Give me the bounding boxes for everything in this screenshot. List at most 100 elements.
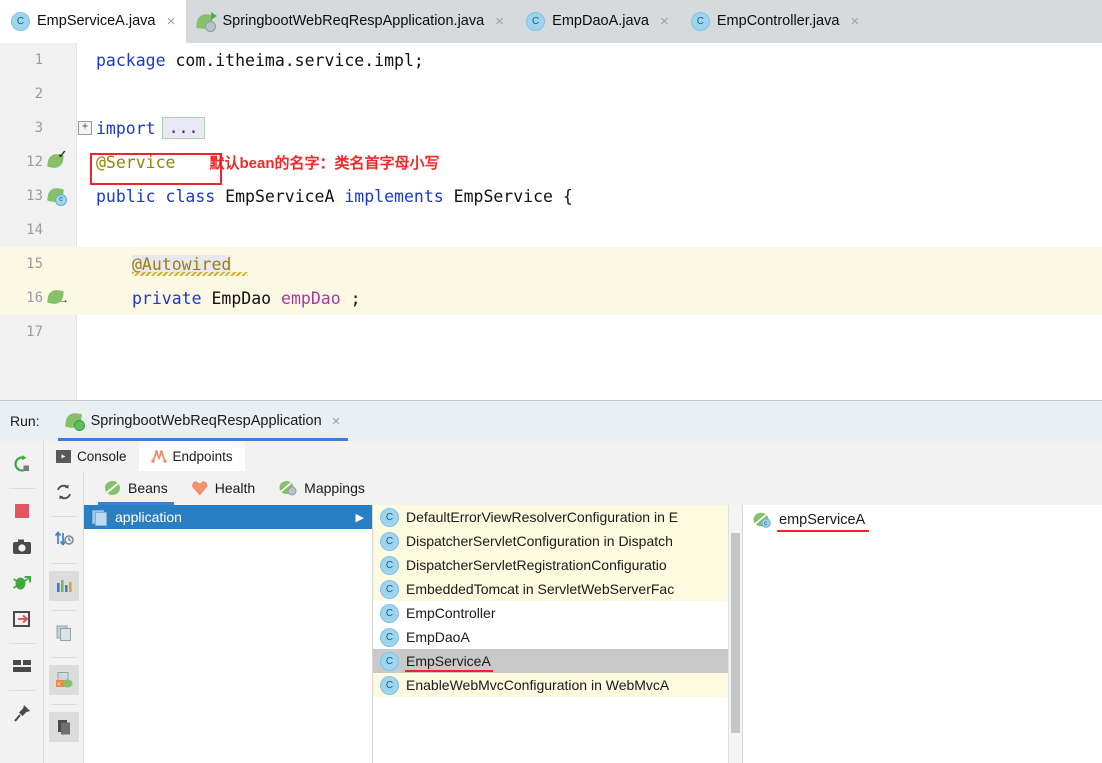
divider <box>50 610 77 611</box>
export-icon[interactable]: < <box>48 665 79 695</box>
bean-autowire-icon[interactable]: → <box>47 289 69 306</box>
code-keyword: import <box>96 118 156 138</box>
tab-health[interactable]: Health <box>180 471 267 505</box>
gutter-icon-slot[interactable]: ✓ <box>46 150 70 172</box>
tree-item-label: application <box>115 509 182 525</box>
chart-icon[interactable] <box>48 571 79 601</box>
class-icon: C <box>526 12 546 31</box>
show-actual-icon[interactable] <box>7 604 37 634</box>
editor-tab-springbootwebreqrespapplication[interactable]: SpringbootWebReqRespApplication.java × <box>186 0 515 43</box>
run-label: Run: <box>10 413 40 429</box>
folded-imports-placeholder[interactable]: ... <box>161 117 206 139</box>
run-left-toolbar <box>0 441 44 763</box>
application-file-icon <box>92 509 107 526</box>
tab-label: Mappings <box>304 480 365 496</box>
console-icon: ▸ <box>56 449 71 463</box>
run-config-label: SpringbootWebReqRespApplication <box>90 413 322 429</box>
code-line-16: private EmpDao empDao ; <box>76 281 1102 315</box>
editor-tab-empcontroller[interactable]: C EmpController.java × <box>680 0 871 43</box>
rerun-icon[interactable] <box>7 449 37 479</box>
layout-icon[interactable] <box>7 651 37 681</box>
bean-name: EnableWebMvcConfiguration in WebMvcA <box>406 677 670 693</box>
editor-tab-bar: C EmpServiceA.java × SpringbootWebReqRes… <box>0 0 1102 43</box>
bean-name: EmpController <box>406 605 496 621</box>
bean-list-scrollbar[interactable] <box>728 505 742 763</box>
bean-list-item[interactable]: C DispatcherServletConfiguration in Disp… <box>373 529 742 553</box>
pin-icon[interactable] <box>7 698 37 728</box>
bean-name: DispatcherServletRegistrationConfigurati… <box>406 557 667 573</box>
refresh-icon[interactable] <box>49 477 79 507</box>
tab-endpoints[interactable]: Endpoints <box>138 441 245 471</box>
editor-tab-empdaoa[interactable]: C EmpDaoA.java × <box>515 0 680 43</box>
line-number: 13 <box>26 188 43 204</box>
stop-icon[interactable] <box>7 496 37 526</box>
code-text-area[interactable]: package com.itheima.service.impl; + impo… <box>76 43 1102 400</box>
beans-icon <box>104 480 121 496</box>
close-icon[interactable]: × <box>493 14 506 29</box>
code-editor[interactable]: 1 2 3 12 ✓ 13 c 14 15 16 → 17 package co… <box>0 43 1102 400</box>
tab-label: Beans <box>128 480 168 496</box>
gutter-line: 16 → <box>0 281 76 315</box>
bean-check-icon[interactable]: ✓ <box>47 150 67 170</box>
sort-icon[interactable] <box>49 524 79 554</box>
fold-toggle-icon[interactable]: + <box>78 121 92 135</box>
idea-window: C EmpServiceA.java × SpringbootWebReqRes… <box>0 0 1102 763</box>
line-number: 1 <box>34 52 43 68</box>
class-icon: C <box>380 603 399 623</box>
camera-icon[interactable] <box>7 532 37 562</box>
class-icon: C <box>380 627 399 647</box>
duplicate-icon[interactable] <box>48 712 79 742</box>
gutter-icon-slot <box>46 322 70 342</box>
tab-console[interactable]: ▸ Console <box>44 441 139 471</box>
divider <box>8 488 35 489</box>
code-keyword: public class <box>96 186 216 206</box>
gutter-icon-slot[interactable]: c <box>46 186 70 206</box>
editor-tab-empservicea[interactable]: C EmpServiceA.java × <box>0 0 187 43</box>
code-line-1: package com.itheima.service.impl; <box>76 43 1102 77</box>
close-icon[interactable]: × <box>848 14 861 29</box>
line-number: 2 <box>34 86 43 102</box>
bean-list-item[interactable]: C DefaultErrorViewResolverConfiguration … <box>373 505 742 529</box>
code-line-13: public class EmpServiceA implements EmpS… <box>76 179 1102 213</box>
code-keyword: private <box>132 288 202 308</box>
bean-detail-column[interactable]: c empServiceA <box>743 505 1102 763</box>
bean-class-icon[interactable]: c <box>47 187 67 206</box>
close-icon[interactable]: × <box>658 14 671 29</box>
bean-list-item[interactable]: C EmpController <box>373 601 742 625</box>
class-icon: C <box>380 507 399 527</box>
code-line-12: @Service 默认bean的名字：类名首字母小写 <box>76 145 1102 179</box>
class-icon: C <box>380 651 399 671</box>
bean-list-item[interactable]: C EnableWebMvcConfiguration in WebMvcA ▸ <box>373 673 742 697</box>
run-config-tab[interactable]: SpringbootWebReqRespApplication × <box>57 401 349 441</box>
gutter-icon-slot[interactable]: → <box>46 288 70 308</box>
close-icon[interactable]: × <box>164 14 177 29</box>
run-window-header: Run: SpringbootWebReqRespApplication × <box>0 401 1102 441</box>
copy-icon[interactable] <box>49 618 79 648</box>
run-sub-panel: ▸ Console Endpoints < Beans Health Mappi… <box>44 441 1102 763</box>
bean-detail-item[interactable]: c empServiceA <box>743 507 1102 533</box>
debug-attach-icon[interactable] <box>7 568 37 598</box>
application-tree-column[interactable]: application ▶ <box>84 505 373 763</box>
tab-beans[interactable]: Beans <box>92 471 180 505</box>
bean-detail-label: empServiceA <box>776 512 870 532</box>
close-icon[interactable]: × <box>332 413 341 430</box>
code-text: ; <box>340 288 361 308</box>
scrollbar-thumb[interactable] <box>731 533 740 733</box>
bean-list-item[interactable]: C EmbeddedTomcat in ServletWebServerFac … <box>373 577 742 601</box>
gutter-icon-slot <box>46 118 70 138</box>
editor-tab-label: EmpController.java <box>716 13 840 30</box>
editor-gutter[interactable]: 1 2 3 12 ✓ 13 c 14 15 16 → 17 <box>0 43 77 400</box>
mappings-icon <box>279 480 297 496</box>
bean-list-item-selected[interactable]: C EmpServiceA ▸ <box>373 649 742 673</box>
bean-list-column[interactable]: C DefaultErrorViewResolverConfiguration … <box>373 505 743 763</box>
bean-list-item[interactable]: C DispatcherServletRegistrationConfigura… <box>373 553 742 577</box>
endpoints-icon <box>150 449 167 463</box>
tree-item-application[interactable]: application ▶ <box>84 505 372 529</box>
run-tool-window: Run: SpringbootWebReqRespApplication × ▸… <box>0 400 1102 763</box>
tab-mappings[interactable]: Mappings <box>267 471 377 505</box>
bean-name: DefaultErrorViewResolverConfiguration in… <box>406 509 679 525</box>
bean-list-item[interactable]: C EmpDaoA <box>373 625 742 649</box>
